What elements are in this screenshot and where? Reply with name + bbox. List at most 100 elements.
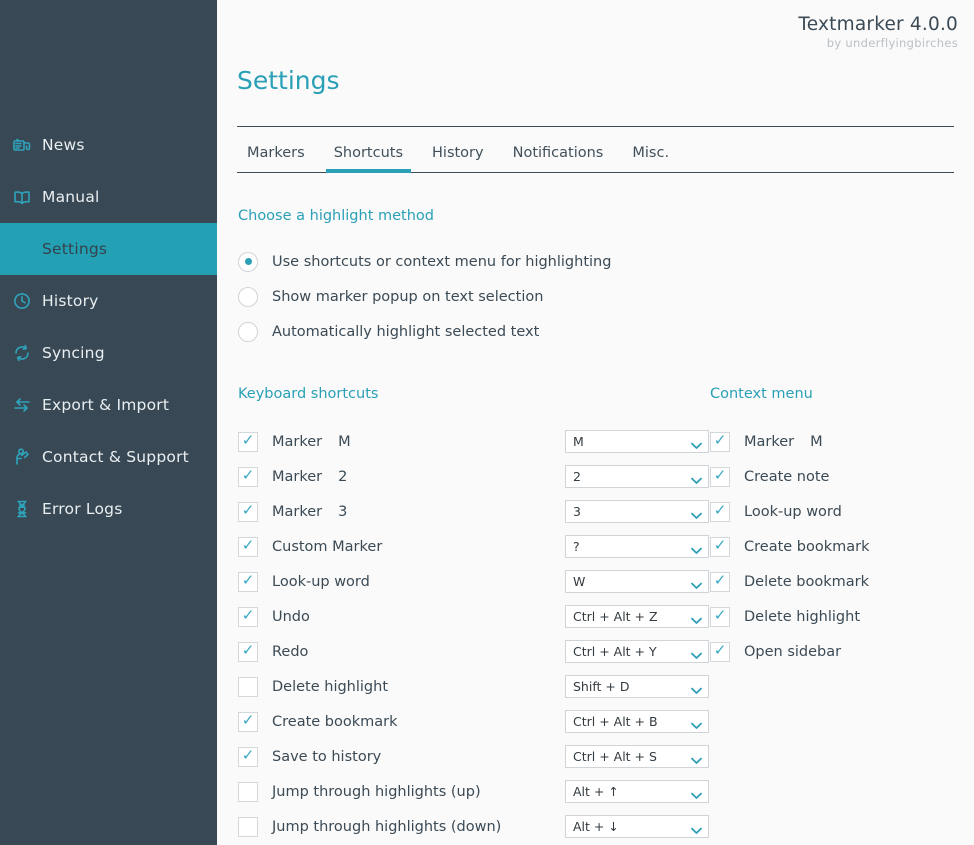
shortcut-label: Jump through highlights (up)	[272, 784, 481, 800]
shortcut-key-select[interactable]: Ctrl + Alt + B	[565, 710, 709, 733]
context-menu-label-text: Create bookmark	[744, 538, 870, 555]
radio-button[interactable]	[238, 286, 258, 307]
sidebar-item-error-logs[interactable]: Error Logs	[0, 483, 217, 535]
checkmark-icon: ✓	[241, 431, 255, 449]
highlight-method-option[interactable]: Show marker popup on text selection	[237, 279, 954, 314]
sidebar-item-list: News Manual Settings History Syncing Export &…	[0, 119, 217, 535]
context-menu-row: ✓ Delete bookmark	[709, 564, 954, 599]
shortcut-label: Custom Marker	[272, 539, 382, 555]
sidebar-item-label: Settings	[42, 240, 108, 258]
shortcut-label: Jump through highlights (down)	[272, 819, 501, 835]
shortcut-label-text: Delete highlight	[272, 678, 388, 695]
shortcut-row: ✓ Marker M M	[237, 424, 709, 459]
highlight-method-options: Use shortcuts or context menu for highli…	[237, 244, 954, 349]
shortcut-key-select-wrapper: W	[565, 570, 709, 593]
shortcut-enable-checkbox[interactable]: ✓	[238, 536, 258, 557]
highlight-method-option[interactable]: Automatically highlight selected text	[237, 314, 954, 349]
tab-notifications[interactable]: Notifications	[505, 145, 612, 173]
radio-label: Use shortcuts or context menu for highli…	[272, 253, 612, 270]
radio-button[interactable]	[238, 251, 258, 272]
shortcut-key-select-wrapper: Shift + D	[565, 675, 709, 698]
shortcut-key-select[interactable]: M	[565, 430, 709, 453]
checkmark-icon: ✓	[241, 606, 255, 624]
context-menu-enable-checkbox[interactable]: ✓	[710, 536, 730, 557]
context-menu-enable-checkbox[interactable]: ✓	[710, 606, 730, 627]
shortcut-row: ✓ Custom Marker?	[237, 529, 709, 564]
sidebar-item-settings[interactable]: Settings	[0, 223, 217, 275]
context-menu-label-text: Delete bookmark	[744, 573, 869, 590]
sidebar-item-contact-support[interactable]: Contact & Support	[0, 431, 217, 483]
keyboard-shortcuts-list: ✓ Marker M M ✓ Marker 2 2 ✓ Marker 3 3 ✓ Custom Marke…	[237, 424, 709, 844]
tab-shortcuts[interactable]: Shortcuts	[325, 145, 412, 173]
sidebar-item-history[interactable]: History	[0, 275, 217, 327]
main-content: Textmarker 4.0.0 by underflyingbirches S…	[217, 0, 974, 845]
sidebar-item-export-import[interactable]: Export & Import	[0, 379, 217, 431]
shortcut-enable-checkbox[interactable]: ✓	[238, 781, 258, 802]
context-menu-label-text: Look-up word	[744, 503, 842, 520]
shortcut-enable-checkbox[interactable]: ✓	[238, 641, 258, 662]
context-menu-enable-checkbox[interactable]: ✓	[710, 641, 730, 662]
shortcut-label-suffix: 3	[338, 503, 348, 520]
sidebar-item-syncing[interactable]: Syncing	[0, 327, 217, 379]
shortcut-key-select[interactable]: W	[565, 570, 709, 593]
shortcut-key-select[interactable]: ?	[565, 535, 709, 558]
shortcut-label-text: Custom Marker	[272, 538, 383, 555]
sidebar-item-manual[interactable]: Manual	[0, 171, 217, 223]
shortcut-enable-checkbox[interactable]: ✓	[238, 676, 258, 697]
shortcut-enable-checkbox[interactable]: ✓	[238, 571, 258, 592]
shortcut-label: Marker M	[272, 434, 351, 450]
shortcut-key-select-wrapper: Ctrl + Alt + Y	[565, 640, 709, 663]
checkmark-icon: ✓	[713, 571, 727, 589]
shortcut-key-select[interactable]: Alt + ↓	[565, 815, 709, 838]
context-menu-enable-checkbox[interactable]: ✓	[710, 571, 730, 592]
shortcut-label-suffix: 2	[338, 468, 348, 485]
sidebar-item-label: News	[42, 136, 85, 154]
shortcut-label: Save to history	[272, 749, 381, 765]
sidebar-item-label: Contact & Support	[42, 448, 189, 466]
radio-button[interactable]	[238, 321, 258, 342]
context-menu-enable-checkbox[interactable]: ✓	[710, 431, 730, 452]
shortcut-row: ✓ Delete highlight Shift + D	[237, 669, 709, 704]
shortcut-row: ✓ Create bookmark Ctrl + Alt + B	[237, 704, 709, 739]
shortcut-key-select[interactable]: Ctrl + Alt + S	[565, 745, 709, 768]
shortcut-enable-checkbox[interactable]: ✓	[238, 816, 258, 837]
shortcut-key-select[interactable]: Alt + ↑	[565, 780, 709, 803]
tab-list: Markers Shortcuts History Notifications Misc…	[237, 145, 690, 173]
shortcut-key-select[interactable]: Ctrl + Alt + Y	[565, 640, 709, 663]
tab-markers[interactable]: Markers	[239, 145, 313, 173]
shortcut-enable-checkbox[interactable]: ✓	[238, 746, 258, 767]
radio-label: Show marker popup on text selection	[272, 288, 544, 305]
sidebar-item-news[interactable]: News	[0, 119, 217, 171]
context-menu-enable-checkbox[interactable]: ✓	[710, 466, 730, 487]
highlight-method-option[interactable]: Use shortcuts or context menu for highli…	[237, 244, 954, 279]
sync-icon	[8, 343, 36, 363]
shortcut-row: ✓ Redo Ctrl + Alt + Y	[237, 634, 709, 669]
shortcut-row: ✓ Undo Ctrl + Alt + Z	[237, 599, 709, 634]
shortcut-key-select[interactable]: Ctrl + Alt + Z	[565, 605, 709, 628]
sidebar-item-label: Syncing	[42, 344, 105, 362]
shortcut-key-select-wrapper: Ctrl + Alt + B	[565, 710, 709, 733]
shortcut-label-text: Marker	[272, 468, 323, 485]
bug-icon	[8, 499, 36, 519]
checkmark-icon: ✓	[241, 711, 255, 729]
shortcut-enable-checkbox[interactable]: ✓	[238, 501, 258, 522]
shortcut-enable-checkbox[interactable]: ✓	[238, 431, 258, 452]
checkmark-icon: ✓	[713, 501, 727, 519]
shortcut-key-select[interactable]: 3	[565, 500, 709, 523]
checkmark-icon: ✓	[241, 641, 255, 659]
tab-history[interactable]: History	[424, 145, 492, 173]
context-menu-list: ✓ Marker M ✓ Create note ✓ Look-up word ✓ Create…	[709, 424, 954, 669]
context-menu-enable-checkbox[interactable]: ✓	[710, 501, 730, 522]
shortcut-label-text: Jump through highlights (down)	[272, 818, 502, 835]
shortcut-key-select[interactable]: 2	[565, 465, 709, 488]
context-menu-column: Context menu ✓ Marker M ✓ Create note ✓ Look-u…	[709, 386, 954, 844]
shortcut-enable-checkbox[interactable]: ✓	[238, 606, 258, 627]
page-title: Settings	[237, 66, 340, 95]
tab-misc[interactable]: Misc.	[624, 145, 677, 173]
shortcut-key-select[interactable]: Shift + D	[565, 675, 709, 698]
shortcut-enable-checkbox[interactable]: ✓	[238, 466, 258, 487]
context-menu-label: Marker M	[744, 434, 823, 450]
shortcut-label: Delete highlight	[272, 679, 388, 695]
shortcut-enable-checkbox[interactable]: ✓	[238, 711, 258, 732]
context-menu-label: Delete bookmark	[744, 574, 869, 590]
